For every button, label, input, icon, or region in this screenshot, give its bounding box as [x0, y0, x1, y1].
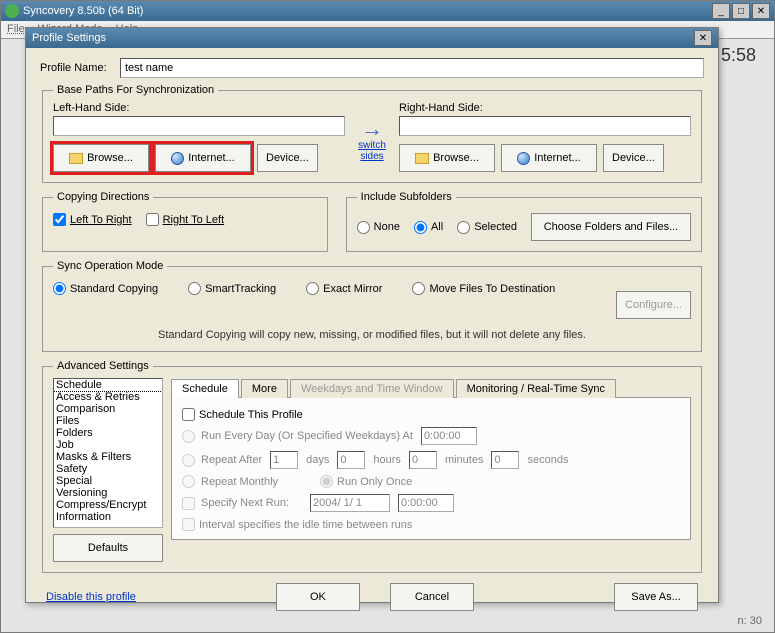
left-browse-button[interactable]: Browse...: [53, 144, 149, 172]
base-paths-legend: Base Paths For Synchronization: [53, 84, 218, 96]
run-every-radio: [182, 430, 195, 443]
close-button[interactable]: ✕: [752, 3, 770, 19]
standard-copying-radio[interactable]: Standard Copying: [53, 282, 158, 295]
tab-weekdays[interactable]: Weekdays and Time Window: [290, 379, 454, 398]
sync-description: Standard Copying will copy new, missing,…: [53, 329, 691, 341]
ok-button[interactable]: OK: [276, 583, 360, 611]
folder-icon: [69, 153, 83, 164]
dialog-title: Profile Settings: [32, 32, 694, 44]
advanced-list-item[interactable]: Comparison: [54, 403, 162, 415]
clock: 5:58: [721, 45, 756, 66]
configure-button[interactable]: Configure...: [616, 291, 691, 319]
next-date: 2004/ 1/ 1: [310, 494, 390, 512]
right-to-left-checkbox[interactable]: Right To Left: [146, 213, 225, 226]
next-time: 0:00:00: [398, 494, 454, 512]
advanced-list-item[interactable]: Access & Retries: [54, 391, 162, 403]
profile-name-input[interactable]: [120, 58, 704, 78]
subfolders-all-radio[interactable]: All: [414, 221, 443, 234]
defaults-button[interactable]: Defaults: [53, 534, 163, 562]
advanced-list[interactable]: ScheduleAccess & RetriesComparisonFilesF…: [53, 378, 163, 528]
main-window: Syncovery 8.50b (64 Bit) _ □ ✕ File Wiza…: [0, 0, 775, 633]
left-to-right-checkbox[interactable]: Left To Right: [53, 213, 132, 226]
advanced-list-item[interactable]: Safety: [54, 463, 162, 475]
cancel-button[interactable]: Cancel: [390, 583, 474, 611]
advanced-list-item[interactable]: Special: [54, 475, 162, 487]
globe-icon: [517, 152, 530, 165]
arrow-icon: →: [361, 118, 383, 140]
dialog-close-button[interactable]: ✕: [694, 30, 712, 46]
save-as-button[interactable]: Save As...: [614, 583, 698, 611]
advanced-settings-fieldset: Advanced Settings ScheduleAccess & Retri…: [42, 360, 702, 573]
maximize-button[interactable]: □: [732, 3, 750, 19]
advanced-list-item[interactable]: Masks & Filters: [54, 451, 162, 463]
globe-icon: [171, 152, 184, 165]
tab-more[interactable]: More: [241, 379, 288, 398]
sync-mode-fieldset: Sync Operation Mode Standard Copying Sma…: [42, 260, 702, 352]
exact-mirror-radio[interactable]: Exact Mirror: [306, 282, 382, 295]
smart-tracking-radio[interactable]: SmartTracking: [188, 282, 276, 295]
move-files-radio[interactable]: Move Files To Destination: [412, 282, 555, 295]
advanced-list-item[interactable]: Compress/Encrypt: [54, 499, 162, 511]
copying-directions-fieldset: Copying Directions Left To Right Right T…: [42, 191, 328, 252]
right-path-input[interactable]: [399, 116, 691, 136]
interval-idle-checkbox: Interval specifies the idle time between…: [182, 518, 412, 531]
tab-schedule[interactable]: Schedule: [171, 379, 239, 398]
schedule-this-checkbox[interactable]: Schedule This Profile: [182, 408, 303, 421]
menu-file[interactable]: File: [7, 23, 25, 35]
advanced-list-item[interactable]: Job: [54, 439, 162, 451]
left-device-button[interactable]: Device...: [257, 144, 318, 172]
schedule-tab-content: Schedule This Profile Run Every Day (Or …: [171, 398, 691, 540]
subfolders-selected-radio[interactable]: Selected: [457, 221, 517, 234]
main-title: Syncovery 8.50b (64 Bit): [23, 5, 712, 17]
include-legend: Include Subfolders: [357, 191, 456, 203]
advanced-list-item[interactable]: Folders: [54, 427, 162, 439]
left-side-label: Left-Hand Side:: [53, 102, 345, 114]
left-internet-button[interactable]: Internet...: [155, 144, 251, 172]
advanced-list-item[interactable]: Schedule: [54, 379, 162, 391]
advanced-legend: Advanced Settings: [53, 360, 153, 372]
main-titlebar: Syncovery 8.50b (64 Bit) _ □ ✕: [1, 1, 774, 21]
run-once-radio: Run Only Once: [320, 475, 412, 488]
tab-monitoring[interactable]: Monitoring / Real-Time Sync: [456, 379, 616, 398]
app-icon: [5, 4, 19, 18]
repeat-minutes: 0: [409, 451, 437, 469]
profile-settings-dialog: Profile Settings ✕ Profile Name: Base Pa…: [25, 27, 719, 603]
copying-legend: Copying Directions: [53, 191, 153, 203]
specify-next-checkbox: [182, 497, 195, 510]
sync-legend: Sync Operation Mode: [53, 260, 167, 272]
include-subfolders-fieldset: Include Subfolders None All Selected Cho…: [346, 191, 702, 252]
switch-sides-link[interactable]: switch sides: [351, 140, 393, 162]
right-internet-button[interactable]: Internet...: [501, 144, 597, 172]
minimize-button[interactable]: _: [712, 3, 730, 19]
repeat-after-radio: [182, 454, 195, 467]
subfolders-none-radio[interactable]: None: [357, 221, 400, 234]
profile-name-label: Profile Name:: [40, 62, 120, 74]
advanced-list-item[interactable]: Versioning: [54, 487, 162, 499]
advanced-list-item[interactable]: Files: [54, 415, 162, 427]
folder-icon: [415, 153, 429, 164]
right-side-label: Right-Hand Side:: [399, 102, 691, 114]
disable-profile-link[interactable]: Disable this profile: [46, 591, 136, 603]
right-browse-button[interactable]: Browse...: [399, 144, 495, 172]
choose-folders-button[interactable]: Choose Folders and Files...: [531, 213, 691, 241]
run-every-time: 0:00:00: [421, 427, 477, 445]
dialog-titlebar: Profile Settings ✕: [26, 28, 718, 48]
left-path-input[interactable]: [53, 116, 345, 136]
repeat-hours: 0: [337, 451, 365, 469]
advanced-list-item[interactable]: Information: [54, 511, 162, 523]
repeat-monthly-radio: [182, 475, 195, 488]
base-paths-fieldset: Base Paths For Synchronization Left-Hand…: [42, 84, 702, 183]
repeat-days: 1: [270, 451, 298, 469]
right-device-button[interactable]: Device...: [603, 144, 664, 172]
repeat-seconds: 0: [491, 451, 519, 469]
advanced-tabs: Schedule More Weekdays and Time Window M…: [171, 378, 691, 398]
